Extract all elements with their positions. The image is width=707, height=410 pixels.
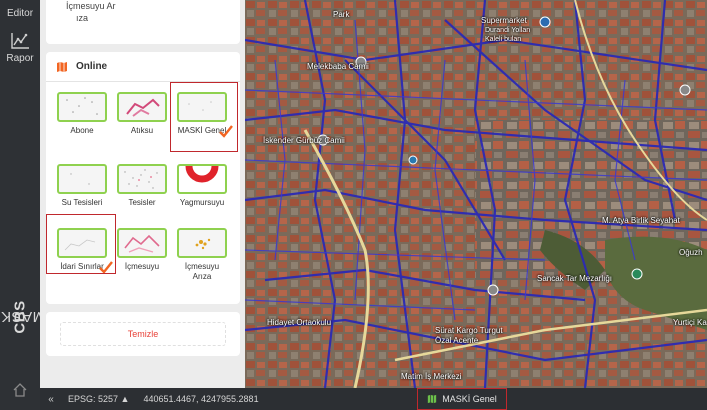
online-group-header[interactable]: Online — [46, 52, 240, 82]
layer-tile-icmesuyu-ariza[interactable]: İçmesuyu Arıza — [172, 228, 232, 282]
layer-thumbnail — [177, 164, 227, 194]
map-label: Oğuzh — [679, 248, 703, 257]
rail-report-label: Rapor — [6, 53, 34, 64]
highlight-idari-sinirlar — [46, 214, 116, 274]
map-label: Supermarket — [481, 16, 527, 25]
map-view[interactable]: Park Supermarket Durandi Yollan Kaleli b… — [245, 0, 707, 388]
clear-button-label: Temizle — [127, 329, 159, 339]
map-label: Melekbaba Camii — [307, 62, 369, 71]
home-icon[interactable] — [12, 382, 28, 398]
clear-card: Temizle — [46, 312, 240, 356]
map-label: İskender Gürbüz Camii — [263, 136, 345, 145]
map-icon — [57, 61, 67, 72]
brand-logo: MASKİ CBS — [0, 272, 45, 362]
status-bar: « EPSG: 5257 ▲ 440651.4467, 4247955.2881… — [40, 388, 707, 410]
map-label: Sancak Tar Mezarlığı — [537, 274, 612, 283]
map-label: Hidayet Ortaokulu — [267, 318, 332, 327]
map-label: Park — [333, 10, 350, 19]
highlight-maski-genel — [170, 82, 238, 152]
map-label: Sürat Kargo Turgut Özal Acente — [435, 326, 503, 345]
rail-report-button[interactable]: Rapor — [0, 32, 40, 64]
rail-editor-button[interactable]: Editor — [0, 8, 40, 19]
layer-label: Su Tesisleri — [61, 198, 103, 207]
left-rail: Editor Rapor MASKİ CBS — [0, 0, 45, 410]
layer-label: Abone — [70, 126, 94, 135]
layer-tile-atiksu[interactable]: Atıksu — [112, 92, 172, 136]
layer-panel: İçmesuyu Ar ıza Online Abone Atıksu MASK… — [40, 0, 245, 388]
collapse-icon: « — [48, 393, 54, 405]
map-label: Matim İş Merkezi — [401, 372, 462, 381]
partial-layer-label: İçmesuyu Ar ıza — [66, 0, 116, 24]
layer-thumbnail — [57, 164, 107, 194]
layer-thumbnail — [117, 164, 167, 194]
layer-label: Atıksu — [130, 126, 154, 135]
partial-line-2: ıza — [76, 13, 89, 23]
layer-tile-tesisler[interactable]: Tesisler — [112, 164, 172, 208]
active-basemap-indicator[interactable]: MASKİ Genel — [417, 388, 507, 410]
collapse-panel-button[interactable]: « — [40, 388, 62, 410]
layer-label: İçmesuyu — [124, 262, 160, 271]
layer-thumbnail — [117, 228, 167, 258]
map-label: Yurtiçi Ka — [673, 318, 707, 327]
online-group-card: Online Abone Atıksu MASKİ Genel Su Tesis… — [46, 52, 240, 304]
layer-tile-yagmursuyu[interactable]: Yagmursuyu — [172, 164, 232, 208]
layer-label: İçmesuyu Arıza — [184, 262, 220, 281]
layer-label: Yagmursuyu — [179, 198, 225, 207]
app-root: Editor Rapor MASKİ CBS İçmesuyu Ar ıza O… — [0, 0, 707, 410]
brand-light: MASKİ — [0, 308, 45, 326]
chart-icon — [11, 33, 29, 49]
coordinate-readout: 440651.4467, 4247955.2881 — [143, 394, 259, 404]
layer-thumbnail — [57, 92, 107, 122]
rail-editor-label: Editor — [6, 8, 34, 19]
map-label: Kaleli bulan — [485, 36, 522, 43]
layer-thumbnail — [177, 228, 227, 258]
partial-line-1: İçmesuyu Ar — [66, 1, 116, 11]
layer-thumbnail — [117, 92, 167, 122]
layer-label: Tesisler — [128, 198, 156, 207]
online-group-title: Online — [76, 61, 108, 72]
map-label: M. Atya Birlik Seyahat — [602, 216, 680, 225]
map-icon — [428, 394, 437, 404]
layer-tile-abone[interactable]: Abone — [52, 92, 112, 136]
layer-tile-icmesuyu[interactable]: İçmesuyu — [112, 228, 172, 272]
active-layer-label: MASKİ Genel — [442, 394, 497, 404]
layer-tile-su-tesisleri[interactable]: Su Tesisleri — [52, 164, 112, 208]
previous-group-card: İçmesuyu Ar ıza — [46, 0, 240, 44]
clear-button[interactable]: Temizle — [60, 322, 226, 346]
epsg-selector[interactable]: EPSG: 5257 ▲ — [68, 394, 129, 404]
